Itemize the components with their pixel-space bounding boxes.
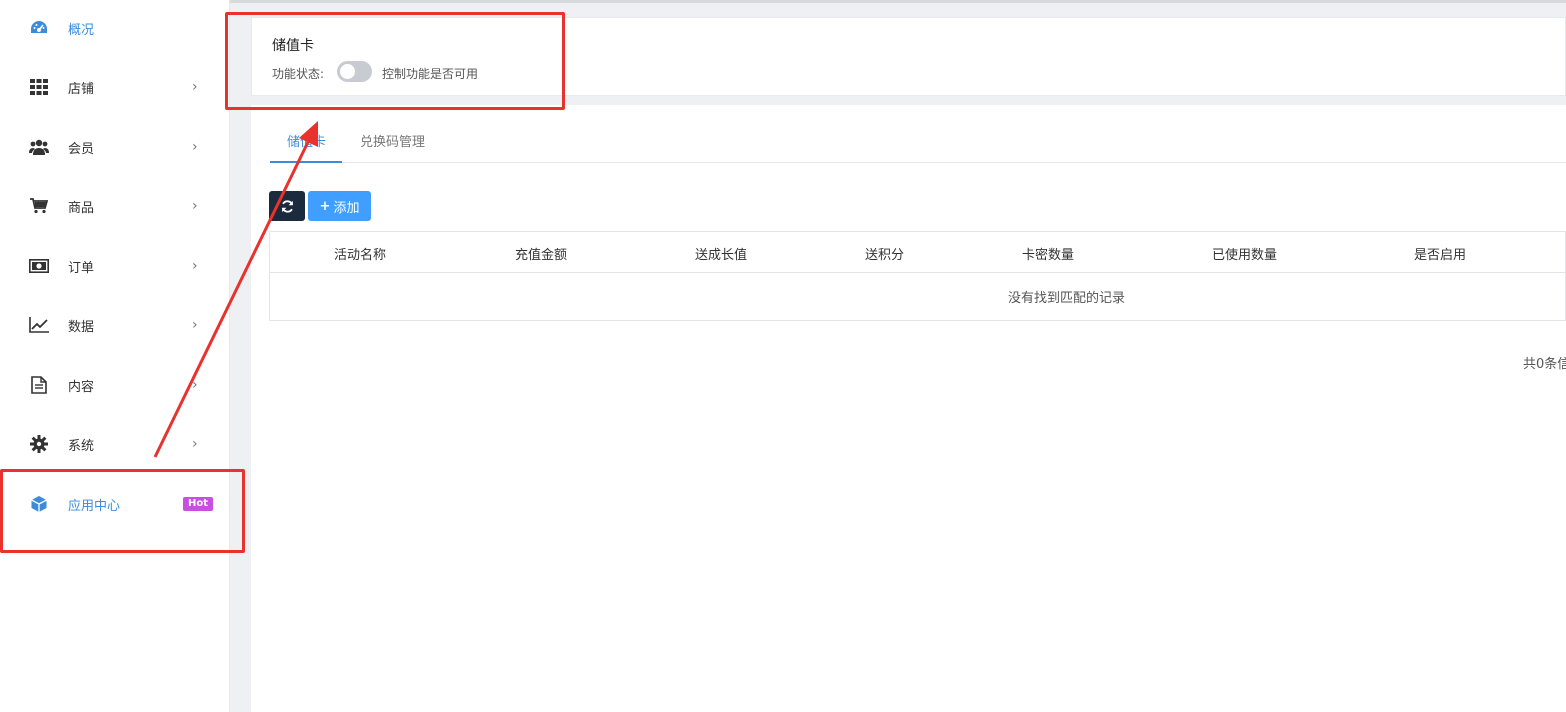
- line-chart-icon: [28, 314, 50, 336]
- chevron-right-icon: ›: [192, 436, 198, 452]
- sidebar-item-label: 概况: [68, 22, 95, 38]
- empty-message: 没有找到匹配的记录: [1008, 291, 1126, 306]
- refresh-icon: [281, 199, 293, 213]
- column-header[interactable]: 充值金额: [515, 244, 567, 263]
- cart-icon: [28, 195, 50, 217]
- column-header[interactable]: 送积分: [865, 244, 904, 263]
- app-root: 概况 店铺 › 会员 › 商品 › 订单 › 数据 › 内容 › 系统 › 应用…: [0, 0, 1566, 712]
- chevron-right-icon: ›: [192, 258, 198, 274]
- chevron-right-icon: ›: [192, 377, 198, 393]
- column-header[interactable]: 已使用数量: [1212, 244, 1277, 263]
- sidebar-item-members[interactable]: 会员 ›: [0, 127, 230, 167]
- dashboard-icon: [28, 17, 50, 39]
- chevron-right-icon: ›: [192, 79, 198, 95]
- refresh-button[interactable]: [269, 191, 305, 221]
- chevron-right-icon: ›: [192, 198, 198, 214]
- tab-bar: 储值卡 兑换码管理: [270, 123, 1566, 163]
- sidebar-item-label: 系统: [68, 438, 95, 454]
- sidebar-item-overview[interactable]: 概况: [0, 8, 230, 48]
- table-header: 活动名称 充值金额 送成长值 送积分 卡密数量 已使用数量 是否启用: [270, 232, 1565, 273]
- sidebar-item-store[interactable]: 店铺 ›: [0, 67, 230, 107]
- grid-icon: [28, 76, 50, 98]
- column-header[interactable]: 是否启用: [1414, 244, 1466, 263]
- plus-icon: +: [319, 198, 331, 214]
- gear-icon: [28, 433, 50, 455]
- sidebar-item-system[interactable]: 系统 ›: [0, 424, 230, 464]
- add-button[interactable]: + 添加: [308, 191, 371, 221]
- column-header[interactable]: 活动名称: [334, 244, 386, 263]
- chevron-right-icon: ›: [192, 317, 198, 333]
- document-icon: [28, 374, 50, 396]
- sidebar: 概况 店铺 › 会员 › 商品 › 订单 › 数据 › 内容 › 系统 › 应用…: [0, 0, 230, 712]
- sidebar-item-label: 订单: [68, 260, 95, 276]
- annotation-box-status-card: [225, 12, 565, 110]
- money-icon: [28, 255, 50, 277]
- sidebar-item-label: 商品: [68, 200, 95, 216]
- sidebar-item-products[interactable]: 商品 ›: [0, 186, 230, 226]
- tab-stored-value-card[interactable]: 储值卡: [287, 131, 326, 150]
- sidebar-item-label: 店铺: [68, 81, 95, 97]
- sidebar-item-orders[interactable]: 订单 ›: [0, 246, 230, 286]
- top-strip: [230, 0, 1566, 3]
- data-table: 活动名称 充值金额 送成长值 送积分 卡密数量 已使用数量 是否启用 没有找到匹…: [269, 231, 1566, 321]
- tab-redeem-code-management[interactable]: 兑换码管理: [360, 131, 425, 150]
- active-tab-indicator: [270, 161, 342, 163]
- users-icon: [28, 136, 50, 158]
- sidebar-item-label: 内容: [68, 379, 95, 395]
- main-panel: 储值卡 兑换码管理 + 添加 活动名称 充值金额 送成长值 送积分 卡密数量 已…: [251, 105, 1566, 712]
- add-button-label: 添加: [333, 200, 360, 216]
- sidebar-item-content[interactable]: 内容 ›: [0, 365, 230, 405]
- sidebar-item-label: 会员: [68, 141, 95, 157]
- annotation-box-app-center: [0, 469, 245, 553]
- pagination-total: 共0条信: [1523, 357, 1566, 372]
- sidebar-item-data[interactable]: 数据 ›: [0, 305, 230, 345]
- column-header[interactable]: 送成长值: [695, 244, 747, 263]
- sidebar-item-label: 数据: [68, 319, 95, 335]
- column-header[interactable]: 卡密数量: [1022, 244, 1074, 263]
- chevron-right-icon: ›: [192, 139, 198, 155]
